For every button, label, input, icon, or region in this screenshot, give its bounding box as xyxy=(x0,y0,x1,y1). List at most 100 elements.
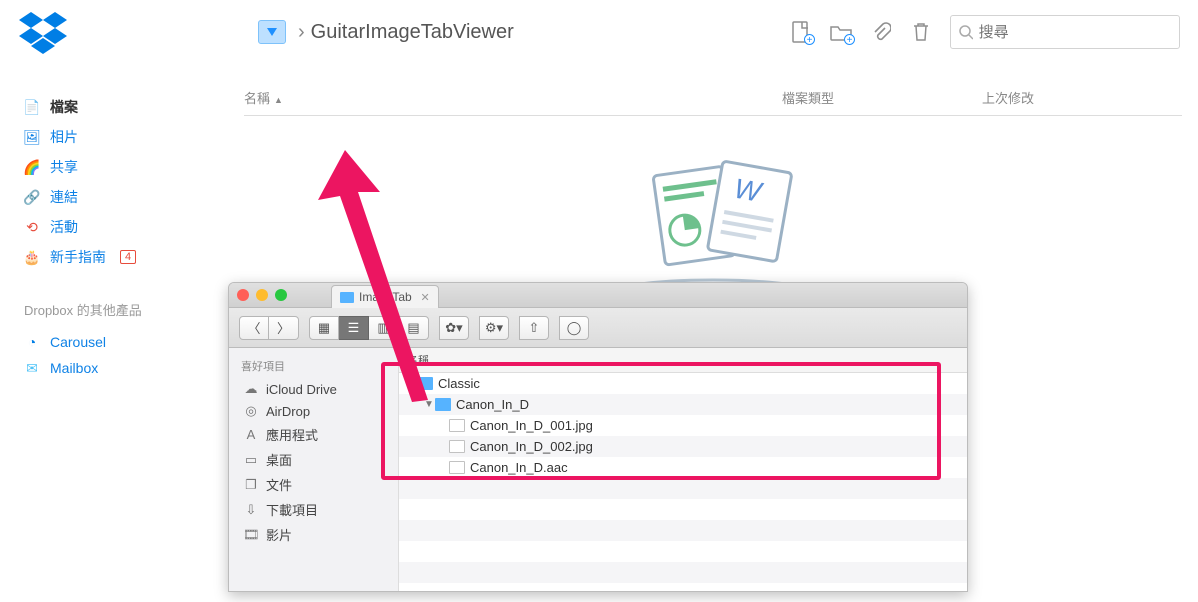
trash-icon[interactable] xyxy=(910,21,932,43)
fav-label: iCloud Drive xyxy=(266,382,337,397)
sidebar-getstarted[interactable]: 🎂新手指南4 xyxy=(24,242,200,272)
col-modified[interactable]: 上次修改 xyxy=(982,88,1182,107)
file-icon: 📄 xyxy=(24,99,40,115)
folder-row-classic[interactable]: ▼ Classic xyxy=(399,373,967,394)
empty-row xyxy=(399,520,967,541)
view-list-button[interactable]: ☰ xyxy=(339,316,369,340)
fav-desktop[interactable]: ▭桌面 xyxy=(239,447,398,472)
fav-apps[interactable]: A 應用程式 xyxy=(239,422,398,447)
file-icon xyxy=(449,461,465,474)
sidebar-files[interactable]: 📄檔案 xyxy=(24,92,200,122)
breadcrumb-folder-button[interactable] xyxy=(258,20,286,44)
documents-icon: ❐ xyxy=(243,477,259,493)
sidebar-photos[interactable]: 🖼相片 xyxy=(24,122,200,152)
sidebar-item-label: 共享 xyxy=(50,157,78,177)
search-box[interactable] xyxy=(950,15,1180,49)
movies-icon: 🎞 xyxy=(243,527,259,543)
chevron-right-icon: › xyxy=(298,21,305,44)
empty-row xyxy=(399,541,967,562)
forward-button[interactable]: 〉 xyxy=(269,316,299,340)
folder-icon xyxy=(340,292,354,303)
dropbox-logo[interactable] xyxy=(18,10,68,54)
close-window-button[interactable] xyxy=(237,289,249,301)
fav-docs[interactable]: ❐ 文件 xyxy=(239,472,398,497)
downloads-icon: ⇩ xyxy=(243,502,259,518)
fav-label: 文件 xyxy=(266,475,292,494)
view-coverflow-button[interactable]: ▤ xyxy=(399,316,429,340)
fav-label: 應用程式 xyxy=(266,425,318,444)
close-tab-icon[interactable]: ✕ xyxy=(420,291,429,304)
file-icon xyxy=(449,419,465,432)
column-headers: 名稱 ▲ 檔案類型 上次修改 xyxy=(244,88,1182,116)
arrange-button[interactable]: ✿▾ xyxy=(439,316,469,340)
empty-row xyxy=(399,562,967,583)
file-row[interactable]: Canon_In_D_001.jpg xyxy=(399,415,967,436)
fav-airdrop[interactable]: ◎ AirDrop xyxy=(239,400,398,422)
sidebar-item-label: 新手指南 xyxy=(50,247,106,267)
search-icon xyxy=(959,25,973,40)
file-row[interactable]: Canon_In_D_002.jpg xyxy=(399,436,967,457)
finder-titlebar[interactable]: ImageTab ✕ xyxy=(229,283,967,308)
folder-icon xyxy=(417,377,433,390)
sidebar-mailbox[interactable]: ✉Mailbox xyxy=(24,355,200,381)
folder-row-canon[interactable]: ▼ Canon_In_D xyxy=(399,394,967,415)
breadcrumb: › GuitarImageTabViewer xyxy=(258,20,514,44)
attachment-icon[interactable] xyxy=(870,21,892,43)
row-label: Canon_In_D_001.jpg xyxy=(470,418,593,433)
link-icon: 🔗 xyxy=(24,189,40,205)
sidebar-item-label: 相片 xyxy=(50,127,78,147)
breadcrumb-title[interactable]: GuitarImageTabViewer xyxy=(311,21,514,44)
sidebar-item-label: 連結 xyxy=(50,187,78,207)
back-button[interactable]: 〈 xyxy=(239,316,269,340)
disclosure-icon[interactable]: ▼ xyxy=(423,399,435,410)
view-buttons: ▦ ☰ ▥ ▤ xyxy=(309,316,429,340)
search-input[interactable] xyxy=(979,24,1171,41)
desktop-icon: ▭ xyxy=(243,452,259,468)
fav-downloads[interactable]: ⇩ 下載項目 xyxy=(239,497,398,522)
tags-button[interactable]: ◯ xyxy=(559,316,589,340)
share-button[interactable]: ⇧ xyxy=(519,316,549,340)
empty-row xyxy=(399,478,967,499)
new-folder-icon[interactable]: + xyxy=(830,21,852,43)
dropbox-toolbar: + + xyxy=(790,15,1180,49)
apps-icon: A xyxy=(243,427,259,442)
favorites-heading: 喜好項目 xyxy=(241,358,398,374)
fav-label: AirDrop xyxy=(266,404,310,419)
view-icon-button[interactable]: ▦ xyxy=(309,316,339,340)
row-label: Classic xyxy=(438,376,480,391)
carousel-icon: ◔ xyxy=(24,334,40,350)
finder-toolbar: 〈 〉 ▦ ☰ ▥ ▤ ✿▾ ⚙▾ ⇧ ◯ xyxy=(229,308,967,348)
action-button[interactable]: ⚙▾ xyxy=(479,316,509,340)
airdrop-icon: ◎ xyxy=(243,403,259,419)
row-label: Canon_In_D.aac xyxy=(470,460,568,475)
zoom-window-button[interactable] xyxy=(275,289,287,301)
sidebar-item-label: Carousel xyxy=(50,334,106,350)
nav-buttons: 〈 〉 xyxy=(239,316,299,340)
file-row[interactable]: Canon_In_D.aac xyxy=(399,457,967,478)
finder-tab[interactable]: ImageTab ✕ xyxy=(331,285,439,308)
col-name-label: 名稱 xyxy=(244,91,270,106)
minimize-window-button[interactable] xyxy=(256,289,268,301)
fav-label: 下載項目 xyxy=(266,500,318,519)
fav-movies[interactable]: 🎞 影片 xyxy=(239,522,398,547)
col-name[interactable]: 名稱 ▲ xyxy=(244,88,782,107)
finder-window: ImageTab ✕ 〈 〉 ▦ ☰ ▥ ▤ ✿▾ ⚙▾ ⇧ ◯ 喜好項目 ☁i… xyxy=(228,282,968,592)
mailbox-icon: ✉ xyxy=(24,360,40,376)
sidebar-sharing[interactable]: 🌈 共享 xyxy=(24,152,200,182)
sidebar-products-heading: Dropbox 的其他產品 xyxy=(24,300,200,319)
upload-file-icon[interactable]: + xyxy=(790,21,812,43)
sidebar-events[interactable]: ⟲活動 xyxy=(24,212,200,242)
sidebar-carousel[interactable]: ◔ Carousel xyxy=(24,329,200,355)
dropbox-header: › GuitarImageTabViewer + + xyxy=(0,0,1198,64)
fav-label: 影片 xyxy=(266,525,292,544)
dropbox-sidebar: 📄檔案 🖼相片 🌈 共享 🔗 連結 ⟲活動 🎂新手指南4 Dropbox 的其他產品… xyxy=(0,64,200,381)
rainbow-icon: 🌈 xyxy=(24,159,40,175)
col-type[interactable]: 檔案類型 xyxy=(782,88,982,107)
fav-icloud[interactable]: ☁iCloud Drive xyxy=(239,378,398,400)
disclosure-icon[interactable]: ▼ xyxy=(405,378,417,389)
sidebar-links[interactable]: 🔗 連結 xyxy=(24,182,200,212)
finder-col-name[interactable]: 名稱 xyxy=(399,348,967,373)
sort-asc-icon: ▲ xyxy=(274,95,283,105)
view-column-button[interactable]: ▥ xyxy=(369,316,399,340)
file-icon xyxy=(449,440,465,453)
